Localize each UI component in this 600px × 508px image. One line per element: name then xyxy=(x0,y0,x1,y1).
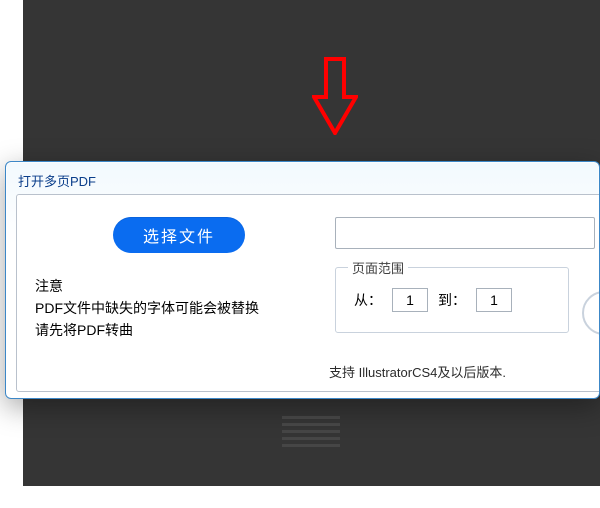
background-document-glyph-icon xyxy=(282,416,340,456)
support-note: 支持 IllustratorCS4及以后版本. xyxy=(329,362,506,381)
notice-line-1: PDF文件中缺失的字体可能会被替换 xyxy=(35,297,317,319)
page-range-to-input[interactable] xyxy=(476,288,512,312)
page-range-to-label: 到： xyxy=(438,290,466,310)
page-range-legend: 页面范围 xyxy=(348,258,408,277)
notice-line-2: 请先将PDF转曲 xyxy=(35,319,317,341)
dialog-title: 打开多页PDF xyxy=(18,171,96,190)
notice-heading: 注意 xyxy=(35,275,317,297)
file-path-input[interactable] xyxy=(335,217,595,249)
choose-file-button[interactable]: 选择文件 xyxy=(113,217,245,253)
page-range-from-label: 从： xyxy=(354,290,382,310)
dialog-action-button[interactable] xyxy=(582,291,600,335)
open-multipage-pdf-dialog: 打开多页PDF 选择文件 注意 PDF文件中缺失的字体可能会被替换 请先将PDF… xyxy=(5,161,600,399)
page-range-group: 页面范围 从： 到： xyxy=(335,267,569,333)
dialog-titlebar[interactable]: 打开多页PDF xyxy=(6,162,599,194)
dialog-body: 选择文件 注意 PDF文件中缺失的字体可能会被替换 请先将PDF转曲 页面范围 … xyxy=(16,194,600,392)
page-range-from-input[interactable] xyxy=(392,288,428,312)
notice-text: 注意 PDF文件中缺失的字体可能会被替换 请先将PDF转曲 xyxy=(35,275,317,341)
